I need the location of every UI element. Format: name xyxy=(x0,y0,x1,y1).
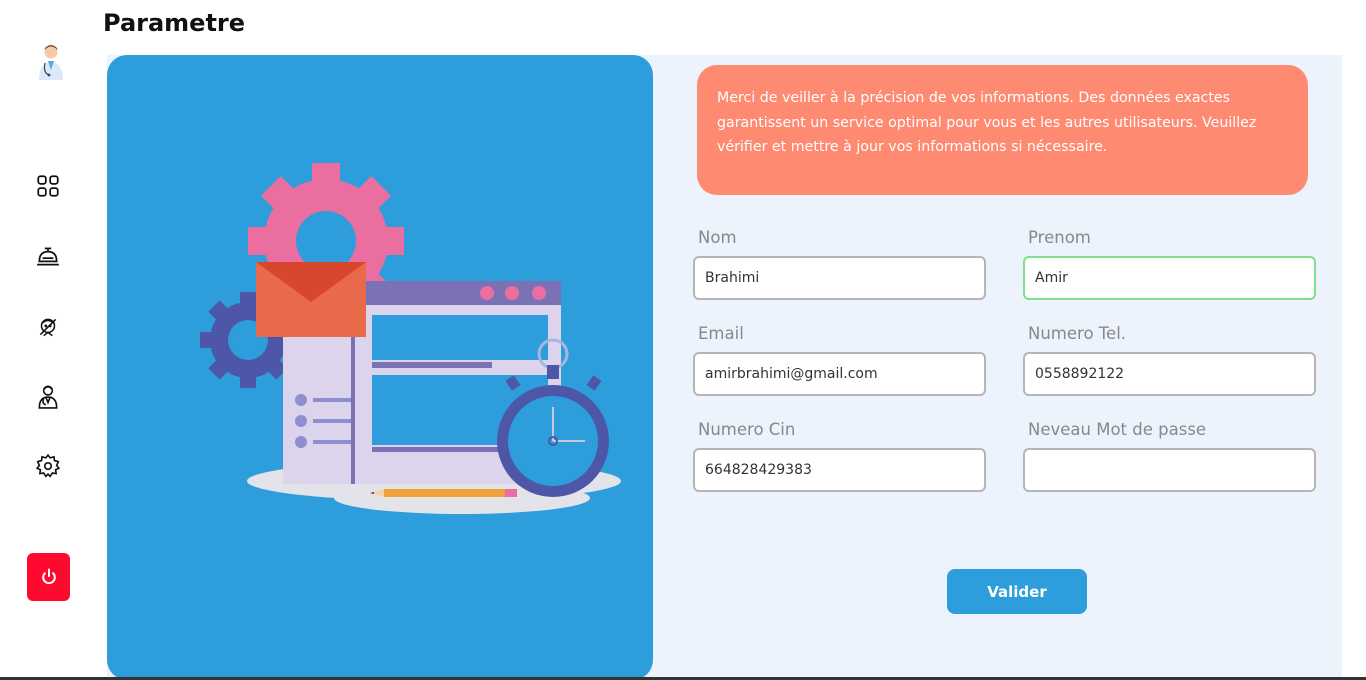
logout-button[interactable] xyxy=(27,553,70,601)
power-icon xyxy=(41,568,56,585)
patient-icon xyxy=(39,318,57,337)
doctor-icon xyxy=(38,385,58,409)
sidebar-item-patients[interactable] xyxy=(30,309,66,345)
illustration-panel xyxy=(107,55,653,680)
password-label: Neveau Mot de passe xyxy=(1028,420,1207,439)
user-avatar[interactable] xyxy=(33,42,69,82)
submit-button[interactable]: Valider xyxy=(947,569,1087,614)
sidebar-item-dashboard[interactable] xyxy=(30,168,66,204)
settings-illustration xyxy=(200,163,621,514)
settings-icon xyxy=(35,453,61,478)
nom-label: Nom xyxy=(698,228,737,247)
sidebar-item-doctors[interactable] xyxy=(30,378,66,414)
page-title: Parametre xyxy=(103,9,246,37)
prenom-label: Prenom xyxy=(1028,228,1091,247)
nom-field[interactable] xyxy=(693,256,986,300)
new-password-field[interactable] xyxy=(1023,448,1316,492)
cin-label: Numero Cin xyxy=(698,420,796,439)
sidebar-item-services[interactable] xyxy=(30,238,66,274)
dashboard-icon xyxy=(37,175,59,197)
cin-field[interactable] xyxy=(693,448,986,492)
doctor-avatar-icon xyxy=(39,45,63,80)
tel-field[interactable] xyxy=(1023,352,1316,396)
sidebar-item-settings[interactable] xyxy=(30,448,66,484)
prenom-field[interactable] xyxy=(1023,256,1316,300)
tel-label: Numero Tel. xyxy=(1028,324,1127,343)
email-field[interactable] xyxy=(693,352,986,396)
email-label: Email xyxy=(698,324,744,343)
info-notice: Merci de veiller à la précision de vos i… xyxy=(697,65,1308,195)
sidebar xyxy=(0,0,96,680)
service-bell-icon xyxy=(37,247,59,266)
